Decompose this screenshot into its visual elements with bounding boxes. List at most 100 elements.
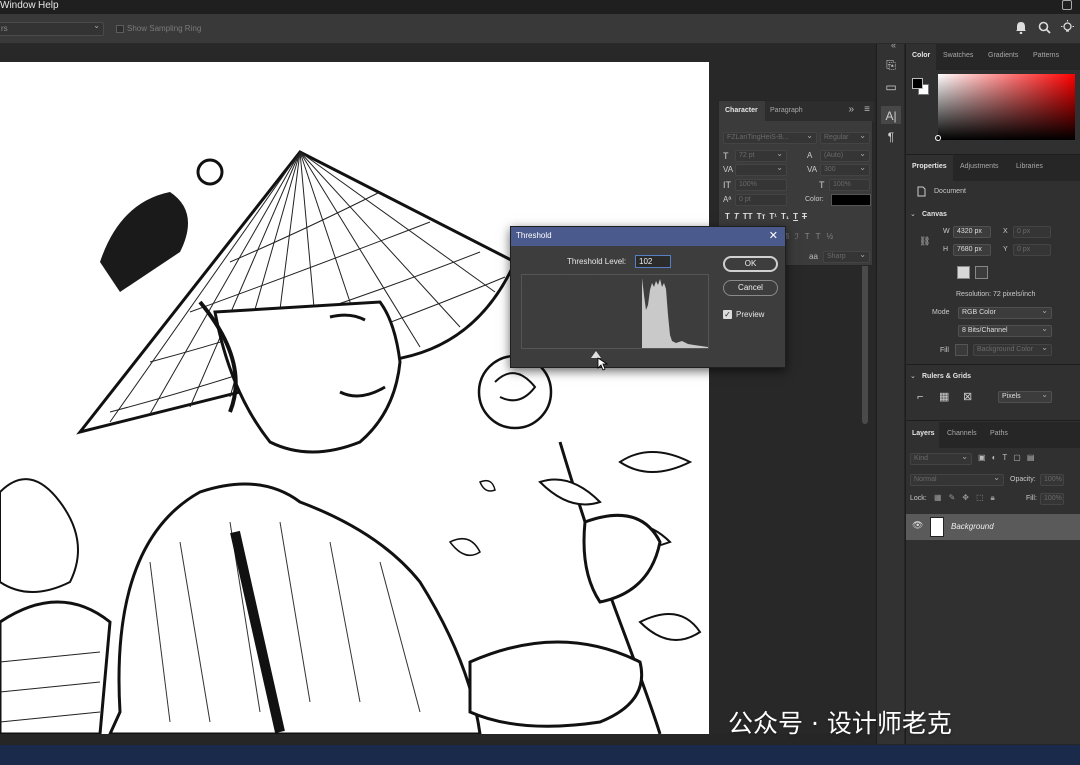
threshold-dialog-title: Threshold bbox=[511, 227, 785, 246]
oldstyle-button[interactable]: T bbox=[805, 232, 810, 244]
tab-paths[interactable]: Paths bbox=[990, 430, 1008, 437]
subscript-button[interactable]: T₁ bbox=[781, 212, 789, 224]
faux-italic-button[interactable]: T bbox=[734, 212, 739, 224]
swash-button[interactable]: ℐ bbox=[795, 232, 799, 244]
color-field[interactable] bbox=[938, 74, 1075, 140]
font-family-select[interactable]: FZLanTingHeiS-B... bbox=[723, 131, 817, 144]
rulers-chevron-icon[interactable]: ⌄ bbox=[910, 372, 916, 380]
fill-select[interactable]: Background Color bbox=[973, 343, 1052, 356]
lock-image-icon[interactable]: ✎ bbox=[949, 493, 956, 505]
height-field[interactable]: 7680 px bbox=[953, 244, 991, 256]
antialias-select[interactable]: Sharp bbox=[823, 250, 870, 263]
eye-icon[interactable]: 👁︎ bbox=[912, 520, 923, 531]
ruler-icon[interactable]: ⌐ bbox=[917, 391, 923, 403]
filter-type-icon[interactable]: T bbox=[1002, 453, 1007, 465]
ok-button[interactable]: OK bbox=[723, 256, 778, 272]
preview-checkbox[interactable]: ✓ bbox=[723, 310, 732, 319]
baseline-shift-field[interactable]: 0 pt bbox=[735, 194, 787, 206]
filter-adjustment-icon[interactable]: ◐ bbox=[992, 453, 997, 465]
filter-smart-object-icon[interactable]: ▤ bbox=[1027, 453, 1035, 465]
blend-mode-select[interactable]: Normal bbox=[910, 473, 1004, 486]
tab-libraries[interactable]: Libraries bbox=[1016, 163, 1043, 170]
tab-character[interactable]: Character bbox=[725, 107, 758, 114]
kerning-field[interactable] bbox=[735, 163, 787, 176]
strikethrough-button[interactable]: T bbox=[802, 212, 807, 224]
y-field[interactable]: 0 px bbox=[1013, 244, 1051, 256]
sample-size-select[interactable]: rs bbox=[0, 21, 104, 36]
close-icon[interactable]: ✕ bbox=[769, 229, 778, 242]
layer-filter-kind-select[interactable]: Kind bbox=[910, 452, 972, 465]
tab-paragraph[interactable]: Paragraph bbox=[770, 107, 803, 114]
document-canvas[interactable] bbox=[0, 62, 709, 734]
cancel-button[interactable]: Cancel bbox=[723, 280, 778, 296]
units-select[interactable]: Pixels bbox=[998, 390, 1052, 403]
search-icon[interactable] bbox=[1038, 21, 1051, 34]
lock-position-icon[interactable]: ✥ bbox=[962, 493, 969, 505]
menu-help[interactable]: Help bbox=[38, 0, 59, 11]
color-picker-marker[interactable] bbox=[935, 135, 941, 141]
portrait-orientation-button[interactable] bbox=[957, 266, 970, 279]
threshold-level-input[interactable]: 102 bbox=[635, 255, 671, 268]
width-field[interactable]: 4320 px bbox=[953, 226, 991, 238]
link-dimensions-icon[interactable]: ⛓ bbox=[919, 236, 930, 247]
faux-bold-button[interactable]: T bbox=[725, 212, 730, 224]
grid-icon[interactable]: ▦ bbox=[939, 390, 949, 403]
layer-fill-field[interactable]: 100% bbox=[1040, 493, 1064, 505]
tab-patterns[interactable]: Patterns bbox=[1033, 52, 1059, 59]
horizontal-scale-field[interactable]: 100% bbox=[829, 179, 870, 191]
menu-bar: Window Help bbox=[0, 0, 1080, 14]
landscape-orientation-button[interactable] bbox=[975, 266, 988, 279]
bell-icon[interactable] bbox=[1015, 21, 1027, 34]
tab-channels[interactable]: Channels bbox=[947, 430, 977, 437]
lock-artboard-icon[interactable]: ⬚ bbox=[976, 493, 984, 505]
foreground-color-swatch[interactable] bbox=[912, 78, 923, 89]
watermark-text: 公众号 · 设计师老克 bbox=[728, 709, 952, 738]
tab-gradients[interactable]: Gradients bbox=[988, 52, 1018, 59]
collapse-panels-icon[interactable]: « bbox=[891, 40, 896, 50]
canvas-chevron-icon[interactable]: ⌄ bbox=[910, 210, 916, 218]
tab-swatches[interactable]: Swatches bbox=[943, 52, 973, 59]
menu-window[interactable]: Window bbox=[0, 0, 36, 11]
panel-icon-strip: « ⎘ ▭ A| ¶ bbox=[876, 40, 904, 744]
tab-adjustments[interactable]: Adjustments bbox=[960, 163, 999, 170]
superscript-button[interactable]: T¹ bbox=[769, 212, 777, 224]
history-icon[interactable]: ⎘ bbox=[884, 58, 898, 72]
restore-window-icon[interactable] bbox=[1062, 0, 1072, 10]
y-label: Y bbox=[1003, 246, 1008, 253]
filter-shape-icon[interactable]: ▢ bbox=[1013, 453, 1021, 465]
text-color-swatch[interactable] bbox=[831, 194, 871, 206]
filter-pixel-icon[interactable]: ▣ bbox=[978, 453, 986, 465]
tracking-field[interactable]: 300 bbox=[820, 163, 870, 176]
panel-collapse-icon[interactable]: » bbox=[848, 104, 854, 115]
character-icon[interactable]: A| bbox=[884, 109, 898, 123]
paragraph-icon[interactable]: ¶ bbox=[884, 130, 898, 144]
fill-swatch[interactable] bbox=[955, 344, 968, 356]
vertical-scale-field[interactable]: 100% bbox=[735, 179, 787, 191]
layer-row-background[interactable]: 👁︎ Background bbox=[906, 514, 1080, 540]
lock-transparent-icon[interactable]: ▦ bbox=[934, 493, 942, 505]
mode-select[interactable]: RGB Color bbox=[958, 306, 1052, 319]
bit-depth-select[interactable]: 8 Bits/Channel bbox=[958, 324, 1052, 337]
underline-button[interactable]: T bbox=[793, 212, 798, 224]
tab-color[interactable]: Color bbox=[912, 52, 930, 59]
titling-button[interactable]: T bbox=[816, 232, 821, 244]
lightbulb-icon[interactable] bbox=[1060, 20, 1075, 35]
tab-properties[interactable]: Properties bbox=[912, 163, 947, 170]
x-field[interactable]: 0 px bbox=[1013, 226, 1051, 238]
opacity-field[interactable]: 100% bbox=[1040, 474, 1064, 486]
height-label: H bbox=[943, 246, 949, 253]
font-size-field[interactable]: 72 pt bbox=[735, 149, 787, 162]
threshold-dialog: Threshold ✕ Threshold Level: 102 OK Canc… bbox=[510, 226, 786, 371]
small-caps-button[interactable]: Tт bbox=[757, 212, 766, 224]
all-caps-button[interactable]: TT bbox=[743, 212, 753, 224]
fraction-button[interactable]: ½ bbox=[827, 232, 834, 244]
comments-icon[interactable]: ▭ bbox=[884, 80, 898, 94]
guides-icon[interactable]: ⊠ bbox=[963, 390, 972, 403]
font-style-select[interactable]: Regular bbox=[820, 131, 870, 144]
show-sampling-ring-checkbox[interactable] bbox=[116, 25, 124, 33]
tab-layers[interactable]: Layers bbox=[912, 430, 935, 437]
panel-menu-icon[interactable]: ≡ bbox=[864, 104, 870, 115]
lock-all-icon[interactable]: 🔒︎ bbox=[991, 493, 995, 505]
leading-field[interactable]: (Auto) bbox=[820, 149, 870, 162]
tracking-icon: VA bbox=[807, 165, 818, 174]
